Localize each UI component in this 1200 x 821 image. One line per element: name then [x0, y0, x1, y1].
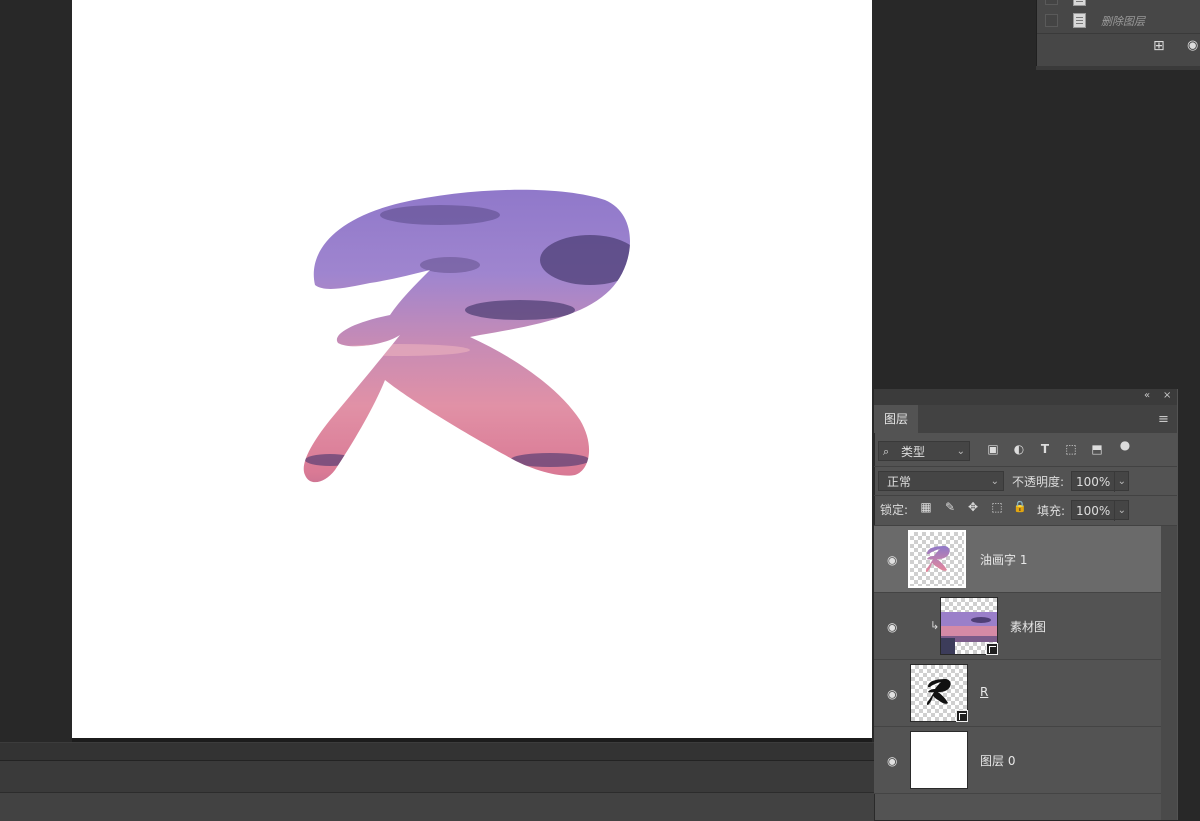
layer-row-oil-text[interactable]: ◉ 油画字 1 — [874, 526, 1161, 593]
history-panel-bottom — [1036, 66, 1200, 70]
document-icon — [1073, 0, 1086, 6]
chevron-down-icon: ⌄ — [956, 446, 965, 457]
history-panel: 删除图层 ⊞ ◉ — [1036, 0, 1200, 70]
lock-transparent-pixels-icon[interactable]: ▦ — [918, 500, 934, 514]
visibility-eye-icon[interactable]: ◉ — [887, 687, 897, 701]
adjustment-filter-icon[interactable]: ◐ — [1010, 442, 1028, 456]
history-item-label: 删除图层 — [1101, 15, 1145, 28]
clipping-mask-arrow-icon: ↳ — [930, 619, 940, 632]
image-filter-icon[interactable]: ▣ — [984, 442, 1002, 456]
layer-row-r[interactable]: ◉ R — [874, 660, 1161, 727]
opacity-field[interactable]: 100% ⌄ — [1071, 471, 1129, 492]
divider — [874, 495, 1177, 496]
layer-thumbnail[interactable] — [908, 530, 966, 588]
type-filter-icon[interactable]: T — [1036, 442, 1054, 456]
r-gradient-thumb-icon — [925, 546, 950, 572]
status-bar — [0, 742, 874, 761]
history-checkbox[interactable] — [1045, 14, 1058, 27]
history-checkbox[interactable] — [1045, 0, 1058, 5]
smart-object-filter-icon[interactable]: ⬒ — [1088, 442, 1106, 456]
chevron-down-icon: ⌄ — [990, 476, 999, 487]
filter-toggle-icon[interactable]: ● — [1116, 438, 1134, 452]
lock-all-icon[interactable]: 🔒 — [1012, 500, 1028, 513]
lock-position-icon[interactable]: ✥ — [965, 500, 981, 514]
filter-type-value: 类型 — [901, 445, 926, 459]
panel-title-strip: « × — [874, 389, 1177, 405]
smart-object-badge-icon — [956, 710, 968, 722]
lock-artboard-icon[interactable]: ⬚ — [989, 500, 1005, 514]
new-snapshot-camera-icon[interactable]: ◉ — [1187, 38, 1198, 53]
layer-name[interactable]: R — [980, 685, 988, 699]
sky-clipped-r-letter — [303, 189, 630, 483]
opacity-value: 100% — [1076, 475, 1111, 489]
visibility-eye-icon[interactable]: ◉ — [887, 620, 897, 634]
history-item[interactable]: 删除图层 — [1037, 10, 1200, 30]
shape-filter-icon[interactable]: ⬚ — [1062, 442, 1080, 456]
layer-filter-dropdown[interactable]: ⌕ 类型 ⌄ — [878, 441, 970, 461]
blend-mode-dropdown[interactable]: 正常 ⌄ — [878, 471, 1004, 491]
panel-menu-icon[interactable]: ≡ — [1158, 412, 1169, 427]
new-document-from-state-icon[interactable]: ⊞ — [1153, 38, 1165, 54]
collapse-panel-icon[interactable]: « — [1144, 390, 1150, 401]
divider — [1037, 33, 1200, 34]
fill-label: 填充: — [1037, 504, 1066, 518]
layers-tab-bar — [874, 405, 1177, 433]
chevron-down-icon[interactable]: ⌄ — [1113, 472, 1126, 492]
tab-layers[interactable]: 图层 — [874, 405, 918, 433]
bottom-panel-area-lower — [0, 792, 874, 821]
layer-name[interactable]: 油画字 1 — [980, 551, 1027, 568]
layer-thumbnail[interactable] — [910, 731, 968, 789]
lock-image-pixels-icon[interactable]: ✎ — [942, 500, 958, 514]
layer-row-material[interactable]: ◉ ↳ 素材图 — [874, 593, 1161, 660]
layers-scrollbar[interactable] — [1161, 526, 1177, 820]
layer-name[interactable]: 素材图 — [1010, 618, 1046, 635]
layer-name[interactable]: 图层 0 — [980, 752, 1015, 769]
divider — [874, 466, 1177, 467]
blend-mode-value: 正常 — [887, 475, 912, 489]
layer-row-layer0[interactable]: ◉ 图层 0 — [874, 727, 1161, 794]
smart-object-badge-icon — [986, 643, 998, 655]
close-panel-icon[interactable]: × — [1163, 390, 1171, 401]
search-icon: ⌕ — [883, 445, 890, 458]
opacity-label: 不透明度: — [1012, 475, 1065, 489]
fill-value: 100% — [1076, 504, 1111, 518]
fill-field[interactable]: 100% ⌄ — [1071, 500, 1129, 521]
document-icon — [1073, 13, 1086, 28]
visibility-eye-icon[interactable]: ◉ — [887, 553, 897, 567]
chevron-down-icon[interactable]: ⌄ — [1113, 501, 1126, 521]
lock-label: 锁定: — [880, 503, 909, 517]
visibility-eye-icon[interactable]: ◉ — [887, 754, 897, 768]
history-item-partial[interactable] — [1037, 0, 1200, 8]
